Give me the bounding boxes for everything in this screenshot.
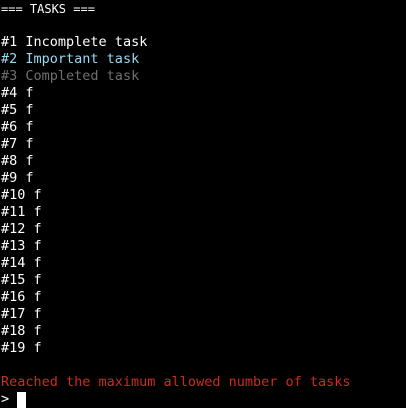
task-text: f: [33, 323, 42, 339]
task-text: f: [33, 221, 42, 237]
task-item: #5 f: [1, 102, 406, 119]
task-text: f: [33, 289, 42, 305]
task-text: f: [25, 153, 34, 169]
task-number: #7: [1, 136, 18, 152]
task-item: #3 Completed task: [1, 68, 406, 85]
task-text: f: [33, 340, 42, 356]
task-item: #4 f: [1, 85, 406, 102]
task-text: f: [25, 102, 34, 118]
task-item: #14 f: [1, 255, 406, 272]
task-text: f: [25, 136, 34, 152]
task-text: f: [33, 238, 42, 254]
task-item: #1 Incomplete task: [1, 34, 406, 51]
task-number: #3: [1, 68, 18, 84]
task-number: #19: [1, 340, 26, 356]
task-text: f: [33, 272, 42, 288]
task-item: #12 f: [1, 221, 406, 238]
task-text: f: [25, 119, 34, 135]
task-number: #15: [1, 272, 26, 288]
task-item: #13 f: [1, 238, 406, 255]
task-item: #9 f: [1, 170, 406, 187]
task-text: f: [25, 170, 34, 186]
task-text: Important task: [25, 51, 140, 67]
task-number: #14: [1, 255, 26, 271]
error-message: Reached the maximum allowed number of ta…: [1, 374, 351, 390]
task-number: #8: [1, 153, 18, 169]
task-text: f: [33, 187, 42, 203]
task-item: #19 f: [1, 340, 406, 357]
task-item: #7 f: [1, 136, 406, 153]
task-item: #8 f: [1, 153, 406, 170]
task-number: #13: [1, 238, 26, 254]
task-number: #2: [1, 51, 18, 67]
task-number: #10: [1, 187, 26, 203]
page-title: === TASKS ===: [1, 2, 95, 16]
task-number: #12: [1, 221, 26, 237]
task-text: f: [33, 255, 42, 271]
task-item: #16 f: [1, 289, 406, 306]
task-number: #6: [1, 119, 18, 135]
terminal-window: === TASKS === #1 Incomplete task #2 Impor…: [0, 0, 406, 408]
task-number: #16: [1, 289, 26, 305]
task-list: #1 Incomplete task #2 Important task #3 Co…: [1, 34, 406, 357]
task-number: #18: [1, 323, 26, 339]
command-prompt[interactable]: >: [1, 391, 406, 408]
task-number: #5: [1, 102, 18, 118]
task-item: #17 f: [1, 306, 406, 323]
task-item: #10 f: [1, 187, 406, 204]
task-item: #15 f: [1, 272, 406, 289]
task-number: #11: [1, 204, 26, 220]
task-text: f: [25, 85, 34, 101]
task-text: Incomplete task: [25, 34, 148, 50]
task-text: f: [33, 306, 42, 322]
task-number: #9: [1, 170, 18, 186]
text-cursor[interactable]: [17, 391, 27, 408]
task-number: #17: [1, 306, 26, 322]
task-item: #2 Important task: [1, 51, 406, 68]
task-number: #4: [1, 85, 18, 101]
task-item: #6 f: [1, 119, 406, 136]
task-item: #11 f: [1, 204, 406, 221]
task-item: #18 f: [1, 323, 406, 340]
task-text: Completed task: [25, 68, 140, 84]
task-number: #1: [1, 34, 18, 50]
prompt-symbol: >: [1, 391, 10, 407]
task-text: f: [33, 204, 42, 220]
